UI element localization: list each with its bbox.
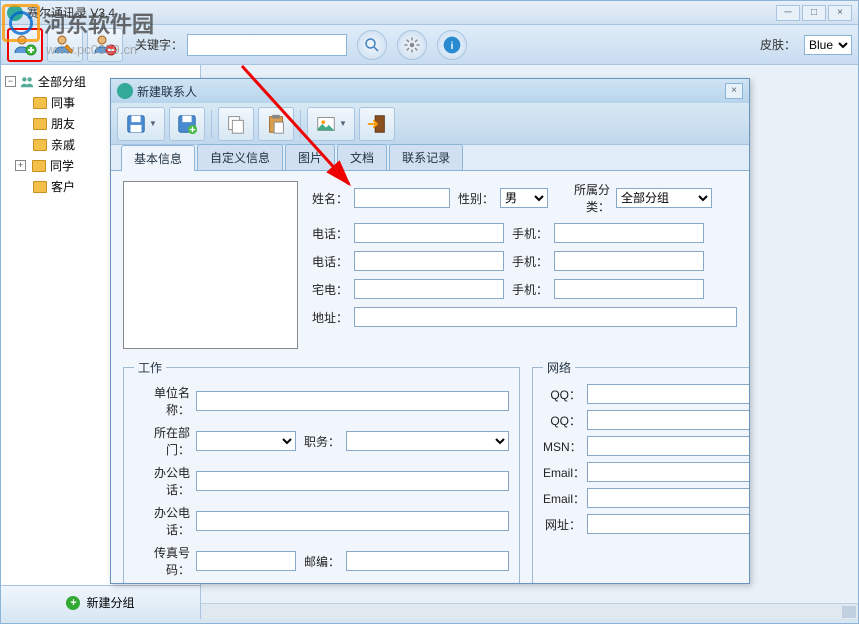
email1-input[interactable] (587, 462, 749, 482)
tab-document[interactable]: 文档 (337, 144, 387, 170)
save-button[interactable]: ▼ (117, 107, 165, 141)
category-label: 所属分类： (554, 181, 610, 215)
app-title: 赛尔通讯录 V3.4 (27, 4, 776, 21)
new-contact-button[interactable] (7, 28, 43, 62)
phone-label: 电话： (310, 253, 348, 270)
mobile-label: 手机： (510, 281, 548, 298)
email2-input[interactable] (587, 488, 749, 508)
work-legend: 工作 (134, 359, 166, 376)
phone1-input[interactable] (354, 223, 504, 243)
photo-box[interactable] (123, 181, 298, 349)
folder-icon (33, 181, 47, 193)
category-select[interactable]: 全部分组 (616, 188, 712, 208)
image-button[interactable]: ▼ (307, 107, 355, 141)
main-toolbar: 关键字： i 皮肤： Blue (1, 25, 858, 65)
gender-label: 性别： (456, 190, 494, 207)
dialog-close-button[interactable]: × (725, 83, 743, 99)
tab-basic[interactable]: 基本信息 (121, 145, 195, 171)
edit-contact-button[interactable] (47, 28, 83, 62)
address-input[interactable] (354, 307, 737, 327)
paste-button[interactable] (258, 107, 294, 141)
msn-input[interactable] (587, 436, 749, 456)
phone2-input[interactable] (354, 251, 504, 271)
position-select[interactable] (346, 431, 509, 451)
dept-select[interactable] (196, 431, 296, 451)
close-button[interactable]: × (828, 5, 852, 21)
people-icon (20, 75, 34, 89)
tab-history[interactable]: 联系记录 (389, 144, 463, 170)
fax-input[interactable] (196, 551, 296, 571)
office-phone2-input[interactable] (196, 511, 509, 531)
website-input[interactable] (587, 514, 749, 534)
delete-contact-button[interactable] (87, 28, 123, 62)
home-label: 宅电： (310, 281, 348, 298)
expand-icon[interactable]: − (5, 76, 16, 87)
app-icon (7, 5, 23, 21)
folder-icon (33, 118, 47, 130)
dialog-toolbar: ▼ ▼ (111, 103, 749, 145)
expand-icon[interactable]: + (15, 160, 26, 171)
name-input[interactable] (354, 188, 450, 208)
settings-button[interactable] (397, 30, 427, 60)
mobile1-input[interactable] (554, 223, 704, 243)
main-titlebar: 赛尔通讯录 V3.4 ─ □ × (1, 1, 858, 25)
dialog-titlebar: 新建联系人 × (111, 79, 749, 103)
copy-button[interactable] (218, 107, 254, 141)
save-as-button[interactable] (169, 107, 205, 141)
tree-root-label: 全部分组 (38, 73, 86, 90)
phone-label: 电话： (310, 225, 348, 242)
form-basic: 姓名： 性别： 男 所属分类： 全部分组 电话： 手机： 电话： 手机： (111, 171, 749, 583)
keyword-label: 关键字： (135, 36, 183, 53)
office-phone1-input[interactable] (196, 471, 509, 491)
tab-custom[interactable]: 自定义信息 (197, 144, 283, 170)
mobile-label: 手机： (510, 225, 548, 242)
home-input[interactable] (354, 279, 504, 299)
exit-button[interactable] (359, 107, 395, 141)
qq1-input[interactable] (587, 384, 749, 404)
scrollbar-horizontal[interactable] (201, 603, 858, 619)
plus-icon: + (66, 596, 80, 610)
svg-text:i: i (451, 41, 454, 52)
skin-label: 皮肤： (760, 36, 796, 53)
dialog-title: 新建联系人 (137, 83, 725, 100)
zip-input[interactable] (346, 551, 509, 571)
dialog-icon (117, 83, 133, 99)
network-legend: 网络 (543, 359, 575, 376)
new-contact-dialog: 新建联系人 × ▼ ▼ 基本信息 自定义信息 图片 文档 联系记录 姓名： 性别… (110, 78, 750, 584)
scroll-right-icon[interactable] (842, 606, 856, 618)
network-fieldset: 网络 QQ： QQ： MSN： Email： Email： 网址： (532, 359, 749, 583)
dialog-tabs: 基本信息 自定义信息 图片 文档 联系记录 (111, 145, 749, 171)
mobile-label: 手机： (510, 253, 548, 270)
info-button[interactable]: i (437, 30, 467, 60)
address-label: 地址： (310, 309, 348, 326)
maximize-button[interactable]: □ (802, 5, 826, 21)
new-group-button[interactable]: + 新建分组 (1, 585, 200, 619)
minimize-button[interactable]: ─ (776, 5, 800, 21)
skin-select[interactable]: Blue (804, 35, 852, 55)
search-button[interactable] (357, 30, 387, 60)
work-fieldset: 工作 单位名称： 所在部门：职务： 办公电话： 办公电话： 传真号码：邮编： 单… (123, 359, 520, 583)
folder-icon (33, 139, 47, 151)
company-input[interactable] (196, 391, 509, 411)
gender-select[interactable]: 男 (500, 188, 548, 208)
tab-picture[interactable]: 图片 (285, 144, 335, 170)
keyword-input[interactable] (187, 34, 347, 56)
name-label: 姓名： (310, 190, 348, 207)
mobile3-input[interactable] (554, 279, 704, 299)
folder-icon (33, 97, 47, 109)
folder-icon (32, 160, 46, 172)
mobile2-input[interactable] (554, 251, 704, 271)
qq2-input[interactable] (587, 410, 749, 430)
